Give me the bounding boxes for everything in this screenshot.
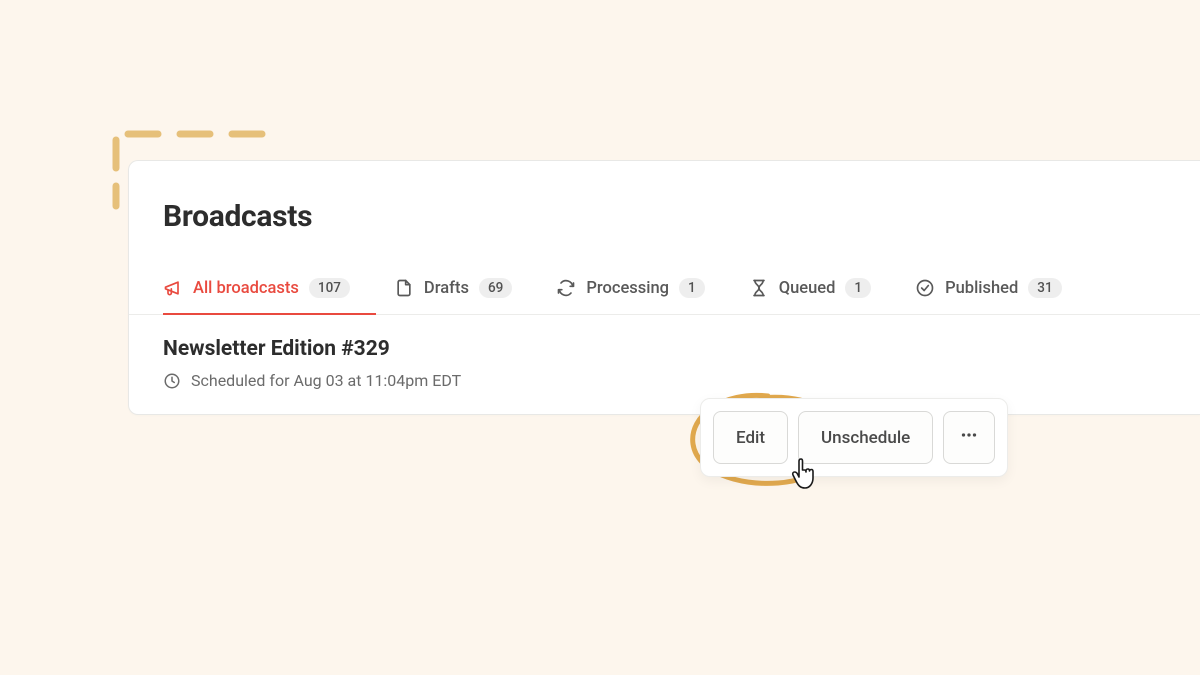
edit-button[interactable]: Edit [713,411,788,464]
schedule-text: Scheduled for Aug 03 at 11:04pm EDT [191,371,461,390]
card-header: Broadcasts [129,161,1200,234]
tab-processing[interactable]: Processing 1 [556,264,704,314]
broadcasts-card: Broadcasts All broadcasts 107 Drafts 69 [128,160,1200,415]
more-horizontal-icon [958,424,980,451]
clock-icon [163,372,181,390]
tab-count-badge: 1 [845,278,871,298]
tab-count-badge: 107 [309,278,350,298]
tab-count-badge: 69 [479,278,512,298]
tab-count-badge: 1 [679,278,705,298]
broadcast-row[interactable]: Newsletter Edition #329 Scheduled for Au… [129,315,1200,414]
tab-label: Processing [586,279,669,298]
hourglass-icon [749,278,769,298]
check-circle-icon [915,278,935,298]
tab-count-badge: 31 [1028,278,1061,298]
file-icon [394,278,414,298]
tab-label: Drafts [424,279,469,298]
megaphone-icon [163,278,183,298]
broadcast-meta: Scheduled for Aug 03 at 11:04pm EDT [163,371,1166,390]
tab-label: All broadcasts [193,279,299,298]
broadcast-title: Newsletter Edition #329 [163,337,1166,361]
tab-label: Queued [779,279,836,298]
more-actions-button[interactable] [943,411,995,464]
page-title: Broadcasts [163,199,1166,234]
tab-all-broadcasts[interactable]: All broadcasts 107 [163,264,350,314]
unschedule-button[interactable]: Unschedule [798,411,933,464]
tab-queued[interactable]: Queued 1 [749,264,871,314]
tabs: All broadcasts 107 Drafts 69 [129,264,1200,315]
tab-label: Published [945,279,1018,298]
tab-published[interactable]: Published 31 [915,264,1062,314]
refresh-icon [556,278,576,298]
tab-drafts[interactable]: Drafts 69 [394,264,512,314]
row-action-bar: Edit Unschedule [700,398,1008,477]
